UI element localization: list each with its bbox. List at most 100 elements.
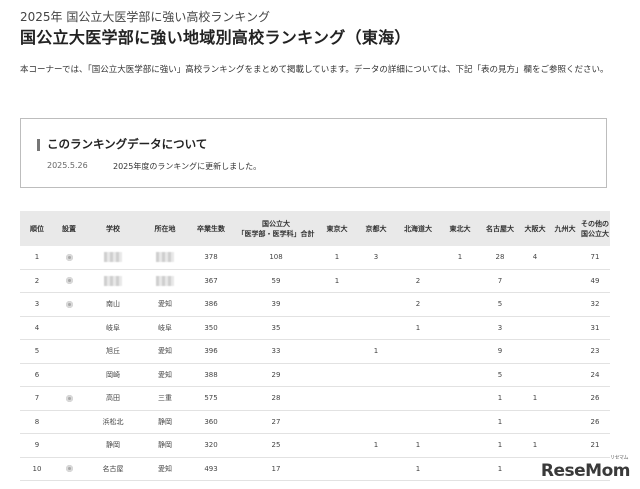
cell-hokkaido: 2 <box>396 269 440 293</box>
cell-other: 49 <box>580 269 610 293</box>
cell-flag <box>54 316 84 340</box>
cell-nagoya: 3 <box>480 316 520 340</box>
col-location: 所在地 <box>154 224 176 233</box>
cell-school: 南山 <box>84 292 142 317</box>
cell-school: 旭丘 <box>84 339 142 364</box>
col-school: 学校 <box>106 224 120 233</box>
cell-total: 59 <box>234 269 318 293</box>
cell-flag <box>54 386 84 411</box>
col-setup: 設置 <box>62 224 76 233</box>
cell-tokyo: 1 <box>318 269 356 293</box>
cell-rank: 5 <box>20 339 54 364</box>
page-kicker: 2025年 国公立大医学部に強い高校ランキング <box>20 10 270 24</box>
cell-nagoya: 1 <box>480 410 520 434</box>
private-school-icon <box>65 465 73 473</box>
cell-total: 27 <box>234 410 318 434</box>
cell-total: 25 <box>234 433 318 458</box>
cell-osaka <box>520 292 550 317</box>
cell-rank: 4 <box>20 316 54 340</box>
cell-location: 愛知 <box>142 339 188 364</box>
cell-tokyo <box>318 386 356 411</box>
cell-kyushu <box>550 339 580 364</box>
blurred-location <box>156 275 174 286</box>
cell-osaka: 4 <box>520 246 550 270</box>
info-box: このランキングデータについて 2025.5.26 2025年度のランキングに更新… <box>20 118 607 188</box>
cell-location: 岐阜 <box>142 316 188 340</box>
cell-graduates: 350 <box>188 316 234 340</box>
table-row: 2 367 59 1 2 7 49 <box>20 269 610 293</box>
cell-nagoya: 5 <box>480 292 520 317</box>
cell-location <box>142 269 188 293</box>
cell-graduates: 388 <box>188 363 234 387</box>
col-hokkaido: 北海道大 <box>404 224 432 233</box>
info-heading: このランキングデータについて <box>47 137 208 151</box>
logo-text: ReseMom <box>540 461 631 481</box>
table-row: 8 浜松北 静岡 360 27 1 26 <box>20 410 610 434</box>
cell-hokkaido <box>396 339 440 364</box>
cell-tokyo <box>318 410 356 434</box>
col-osaka: 大阪大 <box>524 224 546 233</box>
logo-subtext: リセマム <box>609 455 629 461</box>
cell-kyushu <box>550 246 580 270</box>
resemom-logo: リセマム ReseMom <box>540 455 631 481</box>
col-other-line1: その他の <box>581 219 609 228</box>
cell-kyushu <box>550 410 580 434</box>
cell-tohoku: 1 <box>440 246 480 270</box>
cell-tokyo <box>318 457 356 481</box>
table-header-row: 順位 設置 学校 所在地 卒業生数 国公立大 「医学部・医学科」合計 東京大 京都… <box>20 211 610 246</box>
cell-hokkaido <box>396 386 440 411</box>
col-total: 国公立大 「医学部・医学科」合計 <box>234 211 318 246</box>
cell-tohoku <box>440 339 480 364</box>
cell-kyoto <box>356 292 396 317</box>
cell-kyoto <box>356 386 396 411</box>
cell-flag <box>54 433 84 458</box>
cell-location <box>142 246 188 270</box>
cell-total: 35 <box>234 316 318 340</box>
cell-kyoto <box>356 363 396 387</box>
cell-tokyo <box>318 363 356 387</box>
blurred-school <box>104 275 122 286</box>
cell-kyushu <box>550 433 580 458</box>
cell-osaka <box>520 339 550 364</box>
col-tokyo: 東京大 <box>326 224 348 233</box>
cell-other: 24 <box>580 363 610 387</box>
cell-flag <box>54 457 84 481</box>
cell-hokkaido <box>396 246 440 270</box>
cell-other: 26 <box>580 386 610 411</box>
cell-other: 32 <box>580 292 610 317</box>
cell-osaka: 1 <box>520 386 550 411</box>
cell-other: 21 <box>580 433 610 458</box>
update-date: 2025.5.26 <box>47 161 88 170</box>
cell-graduates: 367 <box>188 269 234 293</box>
cell-other: 31 <box>580 316 610 340</box>
col-kyushu: 九州大 <box>554 224 576 233</box>
cell-tohoku <box>440 363 480 387</box>
cell-school: 浜松北 <box>84 410 142 434</box>
table-row: 5 旭丘 愛知 396 33 1 9 23 <box>20 339 610 364</box>
cell-tohoku <box>440 269 480 293</box>
cell-tokyo <box>318 433 356 458</box>
cell-osaka <box>520 316 550 340</box>
private-school-icon <box>65 300 73 308</box>
cell-nagoya: 5 <box>480 363 520 387</box>
cell-flag <box>54 292 84 317</box>
table-row: 7 高田 三重 575 28 1 1 26 <box>20 386 610 411</box>
table-row: 1 378 108 1 3 1 28 4 71 <box>20 246 610 270</box>
cell-osaka <box>520 410 550 434</box>
cell-total: 17 <box>234 457 318 481</box>
table-row: 3 南山 愛知 386 39 2 5 32 <box>20 292 610 317</box>
cell-flag <box>54 363 84 387</box>
cell-school <box>84 246 142 270</box>
cell-total: 29 <box>234 363 318 387</box>
cell-nagoya: 7 <box>480 269 520 293</box>
cell-hokkaido <box>396 363 440 387</box>
cell-graduates: 320 <box>188 433 234 458</box>
cell-school <box>84 269 142 293</box>
cell-school: 高田 <box>84 386 142 411</box>
cell-graduates: 396 <box>188 339 234 364</box>
cell-kyushu <box>550 269 580 293</box>
cell-tohoku <box>440 386 480 411</box>
col-rank: 順位 <box>30 224 44 233</box>
cell-hokkaido: 2 <box>396 292 440 317</box>
cell-nagoya: 1 <box>480 433 520 458</box>
